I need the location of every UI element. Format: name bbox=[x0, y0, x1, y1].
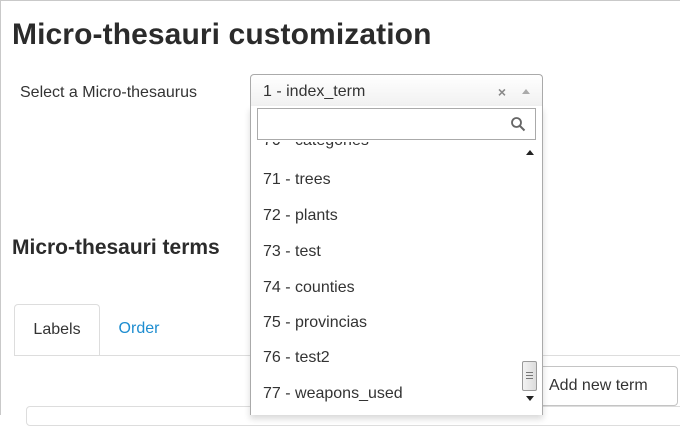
tab-labels[interactable]: Labels bbox=[14, 304, 100, 356]
grip-line bbox=[526, 375, 533, 376]
page-title: Micro-thesauri customization bbox=[12, 18, 432, 51]
caret-up-icon[interactable] bbox=[522, 89, 530, 94]
dropdown-option[interactable]: 77 - weapons_used bbox=[263, 385, 403, 403]
dropdown-option[interactable]: 74 - counties bbox=[263, 279, 355, 297]
dropdown-scrollbar[interactable] bbox=[519, 142, 541, 415]
terms-tabs: Labels Order bbox=[14, 304, 264, 356]
dropdown-option[interactable]: 76 - test2 bbox=[263, 349, 330, 367]
dropdown-option[interactable]: 72 - plants bbox=[263, 207, 338, 225]
dropdown-option[interactable]: 73 - test bbox=[263, 243, 321, 261]
add-new-term-button[interactable]: Add new term bbox=[536, 366, 678, 406]
selected-value: 1 - index_term bbox=[263, 83, 366, 100]
section-title: Micro-thesauri terms bbox=[12, 236, 220, 259]
scroll-up-arrow-icon[interactable] bbox=[526, 150, 534, 155]
search-icon bbox=[511, 117, 526, 132]
microthesaurus-dropdown: 70 - categories 71 - trees 72 - plants 7… bbox=[250, 106, 543, 415]
microthesaurus-select-label: Select a Micro-thesaurus bbox=[20, 84, 197, 101]
scrollbar-thumb[interactable] bbox=[522, 361, 537, 391]
grip-line bbox=[526, 372, 533, 373]
dropdown-option[interactable]: 75 - provincias bbox=[263, 314, 367, 332]
grip-line bbox=[526, 378, 533, 379]
tab-order[interactable]: Order bbox=[104, 304, 174, 356]
scroll-down-arrow-icon[interactable] bbox=[526, 396, 534, 401]
dropdown-results: 70 - categories 71 - trees 72 - plants 7… bbox=[251, 142, 521, 415]
dropdown-search-input[interactable] bbox=[257, 108, 536, 140]
microthesaurus-select[interactable]: 1 - index_term × bbox=[250, 74, 543, 106]
clear-icon[interactable]: × bbox=[498, 84, 506, 100]
dropdown-option[interactable]: 71 - trees bbox=[263, 171, 331, 189]
dropdown-option-partial[interactable]: 70 - categories bbox=[263, 142, 369, 150]
